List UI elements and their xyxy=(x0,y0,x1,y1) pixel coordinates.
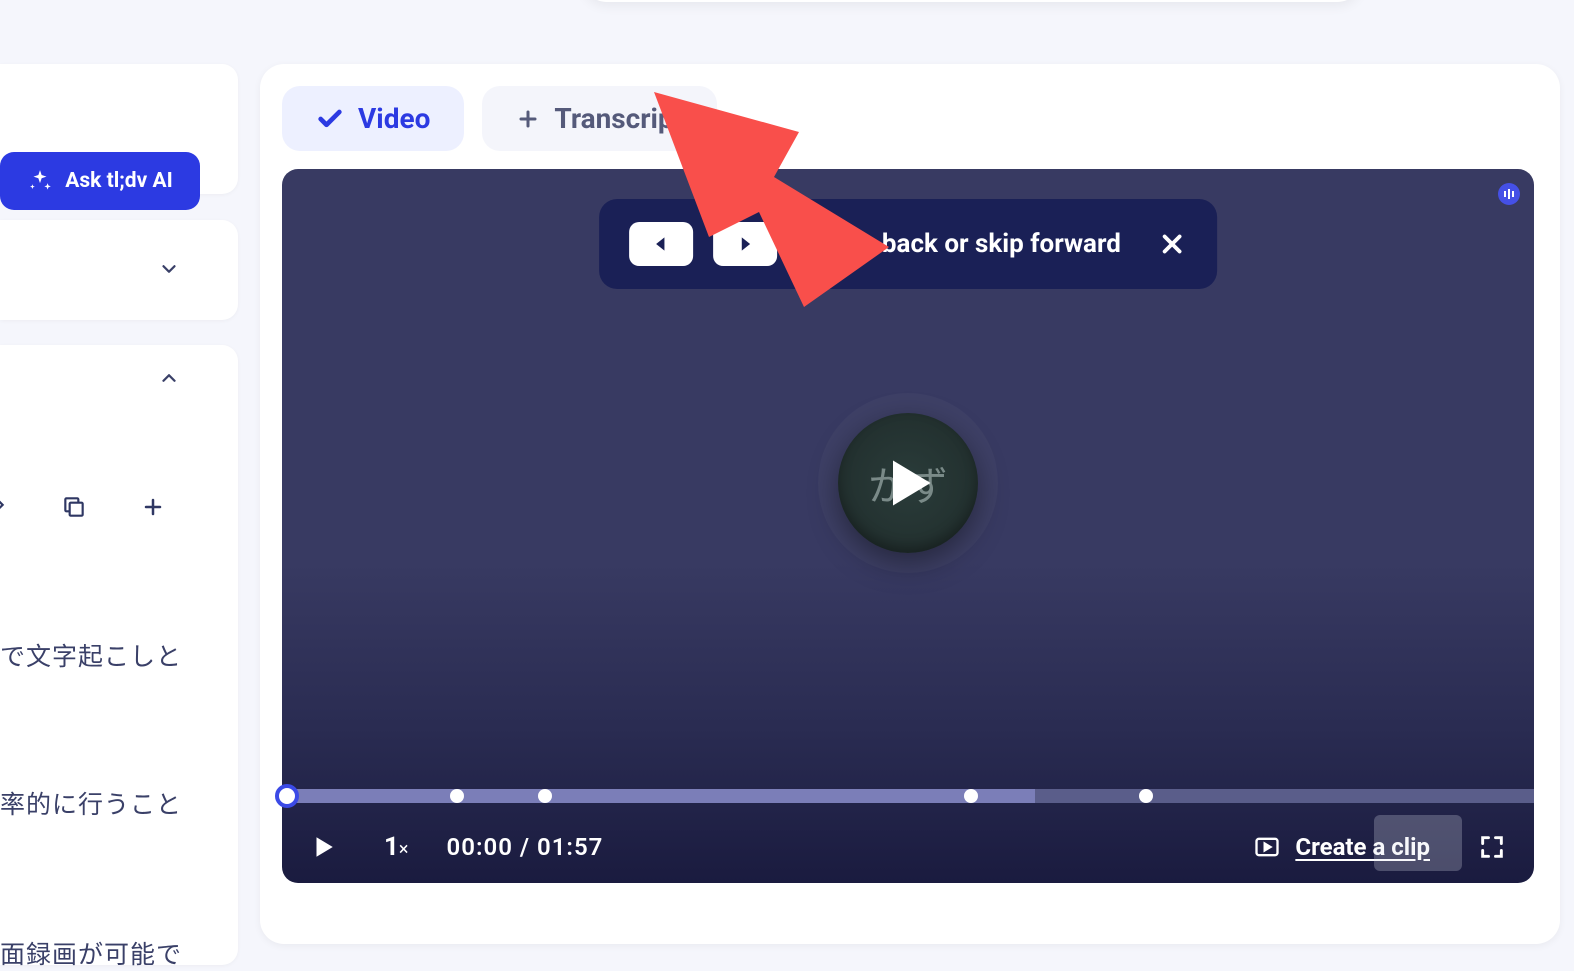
skip-hint-banner: to skip back or skip forward xyxy=(599,199,1217,289)
progress-marker[interactable] xyxy=(1139,789,1153,803)
sidebar-text-2: 率的に行うこと xyxy=(0,785,182,821)
tab-transcript-label: Transcript xyxy=(554,102,683,135)
progress-marker[interactable] xyxy=(538,789,552,803)
speed-value: 1 xyxy=(384,832,399,862)
plus-icon[interactable] xyxy=(141,493,165,521)
sparkle-icon xyxy=(27,168,53,194)
sidebar-icon-row xyxy=(0,493,205,521)
progress-bar[interactable] xyxy=(282,789,1534,803)
sidebar-card-ai: Ask tl;dv AI xyxy=(0,64,238,194)
speed-x: × xyxy=(399,839,409,860)
plus-icon xyxy=(516,107,540,131)
triangle-right-icon xyxy=(735,234,755,254)
skip-forward-key xyxy=(713,222,777,266)
sidebar-card-expanded: で文字起こしと 率的に行うこと 面録画が可能で xyxy=(0,345,238,965)
progress-marker[interactable] xyxy=(450,789,464,803)
time-display: 00:00 / 01:57 xyxy=(447,833,604,861)
time-current: 00:00 xyxy=(447,833,513,861)
triangle-left-icon xyxy=(651,234,671,254)
clip-icon xyxy=(1253,833,1281,861)
top-pill-shadow xyxy=(582,0,1362,2)
check-icon xyxy=(316,105,344,133)
tabs: Video Transcript xyxy=(282,86,1538,151)
player-controls: 1× 00:00 / 01:57 Create a clip xyxy=(282,811,1534,883)
play-button[interactable] xyxy=(310,834,336,860)
chevron-up-icon[interactable] xyxy=(158,367,180,389)
playback-speed-button[interactable]: 1× xyxy=(384,832,409,862)
magic-icon[interactable] xyxy=(0,493,7,521)
sidebar-text-1: で文字起こしと xyxy=(0,637,182,673)
audio-badge-icon[interactable] xyxy=(1498,183,1520,205)
progress-marker[interactable] xyxy=(964,789,978,803)
thumbnail-preview xyxy=(1374,815,1462,871)
main-panel: Video Transcript to skip back or skip fo… xyxy=(260,64,1560,944)
copy-icon[interactable] xyxy=(61,493,87,521)
skip-hint-text: to skip back or skip forward xyxy=(797,229,1121,259)
video-player: to skip back or skip forward かず 1× 00:00… xyxy=(282,169,1534,883)
tab-video-label: Video xyxy=(358,102,430,135)
sidebar-card-collapsed[interactable] xyxy=(0,220,238,320)
time-sep: / xyxy=(513,833,537,861)
ask-ai-button[interactable]: Ask tl;dv AI xyxy=(0,152,200,210)
playhead[interactable] xyxy=(275,784,299,808)
tab-transcript[interactable]: Transcript xyxy=(482,86,717,151)
center-play-button[interactable] xyxy=(878,453,938,513)
close-icon[interactable] xyxy=(1157,229,1187,259)
sidebar: Ask tl;dv AI で文字起こしと 率的に行うこと 面録画が可能で xyxy=(0,0,238,966)
time-total: 01:57 xyxy=(537,833,603,861)
tab-video[interactable]: Video xyxy=(282,86,464,151)
ask-ai-label: Ask tl;dv AI xyxy=(65,169,172,193)
chevron-down-icon xyxy=(158,258,180,280)
skip-back-key xyxy=(629,222,693,266)
progress-played xyxy=(282,789,1035,803)
fullscreen-button[interactable] xyxy=(1478,833,1506,861)
